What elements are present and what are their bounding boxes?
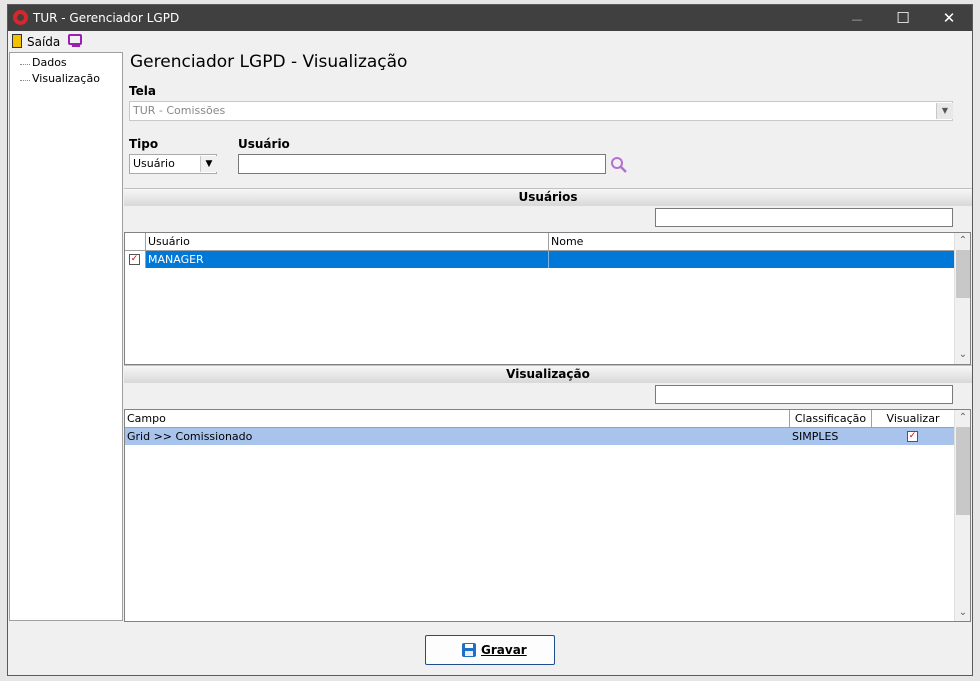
- maximize-icon: ☐: [896, 9, 910, 27]
- grid-header-usuario[interactable]: Usuário: [146, 233, 549, 250]
- tela-select[interactable]: TUR - Comissões ▼: [129, 101, 953, 121]
- scroll-up-icon[interactable]: ⌃: [955, 410, 970, 426]
- search-icon[interactable]: [610, 156, 628, 174]
- tipo-label: Tipo: [129, 137, 159, 151]
- tree-item-dados[interactable]: Dados: [32, 56, 67, 69]
- scroll-up-icon[interactable]: ⌃: [955, 233, 970, 249]
- tela-select-value: TUR - Comissões: [133, 104, 226, 117]
- minimize-icon: —: [851, 13, 863, 26]
- tipo-select[interactable]: Usuário ▼: [129, 154, 217, 174]
- navigation-tree: Dados Visualização: [9, 52, 123, 621]
- title-bar: TUR - Gerenciador LGPD — ☐ ✕: [8, 5, 972, 31]
- grid-header-classificacao[interactable]: Classificação: [790, 410, 872, 427]
- row-classificacao-cell: SIMPLES: [792, 430, 839, 443]
- visualizacao-section-header: Visualização: [124, 365, 972, 383]
- gravar-button-label: Gravar: [481, 643, 527, 657]
- scroll-down-icon[interactable]: ⌄: [955, 347, 970, 363]
- menu-bar: Saída: [8, 31, 972, 51]
- grid-header-checkbox-column: [125, 233, 146, 250]
- row-usuario-cell: MANAGER: [146, 251, 549, 268]
- exit-menu-item[interactable]: Saída: [27, 35, 60, 49]
- tela-label: Tela: [129, 84, 156, 98]
- scroll-thumb[interactable]: [956, 427, 970, 515]
- scroll-thumb[interactable]: [956, 250, 970, 298]
- usuarios-grid-scrollbar[interactable]: ⌃ ⌄: [954, 233, 970, 364]
- usuarios-section-header: Usuários: [124, 188, 972, 206]
- app-logo-icon: [13, 10, 28, 25]
- row-visualizar-checkbox[interactable]: ✓: [907, 431, 918, 442]
- row-visualizar-cell: ✓: [872, 428, 954, 445]
- gravar-button[interactable]: Gravar: [425, 635, 555, 665]
- dropdown-arrow-icon: ▼: [200, 156, 217, 172]
- row-campo-cell: Grid >> Comissionado: [127, 430, 253, 443]
- grid-header-campo[interactable]: Campo: [125, 410, 790, 427]
- window-title: TUR - Gerenciador LGPD: [33, 11, 180, 25]
- tipo-select-value: Usuário: [133, 157, 175, 170]
- dropdown-arrow-icon: ▼: [936, 103, 953, 119]
- exit-door-icon: [12, 34, 22, 48]
- grid-header-visualizar[interactable]: Visualizar: [872, 410, 954, 427]
- close-button[interactable]: ✕: [926, 5, 972, 31]
- row-nome-cell: [549, 251, 954, 268]
- visualizacao-search-input[interactable]: [655, 385, 953, 404]
- table-row[interactable]: ✓ MANAGER: [125, 251, 954, 268]
- visualizacao-grid-scrollbar[interactable]: ⌃ ⌄: [954, 410, 970, 621]
- maximize-button[interactable]: ☐: [880, 5, 926, 31]
- usuario-input[interactable]: [238, 154, 606, 174]
- monitor-icon[interactable]: [68, 34, 82, 45]
- monitor-stand: [72, 45, 80, 47]
- minimize-button[interactable]: —: [834, 5, 880, 31]
- tree-connector: [20, 80, 30, 81]
- grid-header-nome[interactable]: Nome: [549, 233, 954, 250]
- tree-connector: [20, 64, 30, 65]
- save-icon: [462, 643, 476, 657]
- usuarios-grid: Usuário Nome ✓ MANAGER ⌃ ⌄: [124, 232, 971, 365]
- row-checkbox[interactable]: ✓: [129, 254, 140, 265]
- visualizacao-grid-header: Campo Classificação Visualizar: [125, 410, 954, 428]
- row-checkbox-cell: ✓: [125, 251, 146, 268]
- page-title: Gerenciador LGPD - Visualização: [130, 52, 408, 72]
- usuarios-search-input[interactable]: [655, 208, 953, 227]
- scroll-down-icon[interactable]: ⌄: [955, 605, 970, 621]
- close-icon: ✕: [942, 9, 956, 27]
- tree-item-visualizacao[interactable]: Visualização: [32, 72, 100, 85]
- app-window: TUR - Gerenciador LGPD — ☐ ✕ Saída Dados…: [7, 4, 973, 676]
- table-row[interactable]: Grid >> Comissionado SIMPLES ✓: [125, 428, 954, 445]
- visualizacao-grid: Campo Classificação Visualizar Grid >> C…: [124, 409, 971, 622]
- usuario-label: Usuário: [238, 137, 290, 151]
- usuarios-grid-header: Usuário Nome: [125, 233, 954, 251]
